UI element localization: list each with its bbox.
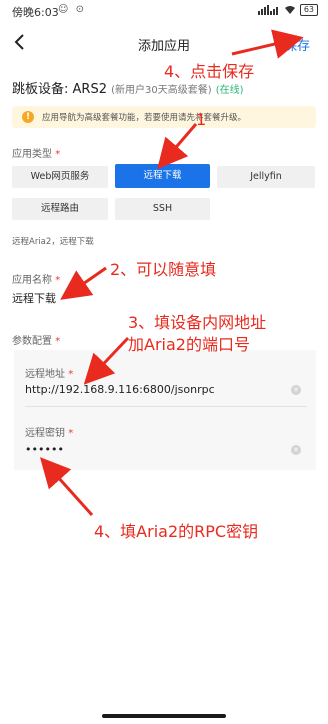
annotation-4-key: 4、填Aria2的RPC密钥 — [94, 522, 259, 541]
arrow-to-save — [231, 29, 304, 59]
annotation-2: 2、可以随意填 — [110, 260, 217, 279]
annotation-3-line2: 加Aria2的端口号 — [128, 335, 250, 354]
annotation-3: 3、填设备内网地址 加Aria2的端口号 — [128, 312, 266, 356]
annotation-arrows — [39, 29, 304, 517]
annotation-save: 4、点击保存 — [164, 62, 255, 81]
arrow-to-name — [60, 266, 107, 300]
annotation-1: 1 — [196, 110, 207, 129]
home-indicator[interactable] — [102, 714, 226, 718]
annotation-3-line1: 3、填设备内网地址 — [128, 313, 267, 332]
arrow-to-type — [157, 123, 198, 170]
arrow-to-key — [39, 457, 94, 517]
arrow-to-address — [83, 336, 130, 385]
